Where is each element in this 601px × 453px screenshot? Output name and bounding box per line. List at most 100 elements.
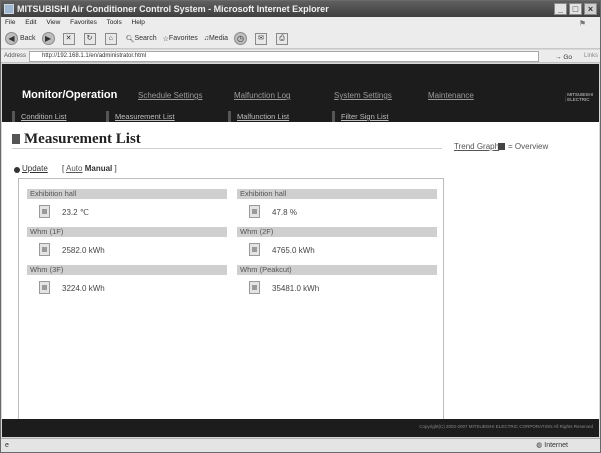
media-label: Media [208,35,229,42]
manual-mode[interactable]: Manual [85,164,113,173]
menu-help[interactable]: Help [132,19,145,26]
mail-button[interactable]: ✉ [255,32,270,45]
window-title: MITSUBISHI Air Conditioner Control Syste… [17,4,329,14]
close-button[interactable]: × [584,3,597,15]
value-unit: kWh [88,284,105,293]
menu-edit[interactable]: Edit [25,19,36,26]
value-number: 3224.0 [62,284,87,293]
ie-icon [4,4,14,14]
page-footer: Copyright(C) 2002-2007 MITSUBISHI ELECTR… [2,419,599,437]
page-content: Monitor/Operation Schedule Settings Malf… [2,64,599,437]
humidity-icon [249,205,260,218]
value-number: 23.2 [62,208,78,217]
measurement-value: 47.8 % [272,208,297,217]
value-number: 4765.0 [272,246,297,255]
home-icon: ⌂ [104,32,117,45]
address-input[interactable]: http://192.168.1.1/en/administrator.html [29,51,539,62]
thermometer-icon [39,205,50,218]
nav-malfunction-log[interactable]: Malfunction Log [234,91,290,100]
measurement-card: Exhibition hall 47.8 % [237,189,437,223]
meter-icon [39,243,50,256]
search-label: Search [134,35,157,42]
back-button[interactable]: ◀ Back [5,32,36,45]
meter-icon [39,281,50,294]
title-marker-icon [12,134,20,144]
stop-button[interactable]: ✕ [62,32,78,45]
sub-navigation: Condition List Measurement List Malfunct… [2,111,599,122]
nav-schedule-settings[interactable]: Schedule Settings [138,91,203,100]
value-unit: kWh [303,284,320,293]
value-number: 2582.0 [62,246,87,255]
address-label: Address [4,53,27,59]
search-icon: 🔍︎ [125,35,135,43]
history-icon: ◷ [234,32,248,45]
stop-icon: ✕ [62,32,75,45]
subnav-measurement-list[interactable]: Measurement List [106,111,175,122]
go-button[interactable]: → Go [555,51,572,64]
value-unit: % [289,208,297,217]
measurement-card: Whm (Peakcut) 35481.0 kWh [237,265,437,299]
meter-icon [249,281,260,294]
measurement-value: 2582.0 kWh [62,246,105,255]
mitsubishi-logo: MITSUBISHI ELECTRIC [565,91,593,103]
measurement-panel: Exhibition hall 23.2 ℃ Exhibition hall 4… [18,178,444,437]
auto-link[interactable]: Auto [66,164,82,173]
measurement-value: 35481.0 kWh [272,284,319,293]
forward-arrow-icon: ▶ [41,32,55,45]
favorites-label: Favorites [168,35,198,42]
window-titlebar: MITSUBISHI Air Conditioner Control Syste… [1,1,600,17]
browser-toolbar: ◀ Back ▶ ✕ ↻ ⌂ 🔍︎ Search ☆ Favorites ♫ M… [1,29,600,49]
update-link[interactable]: Update [22,164,48,173]
refresh-icon: ↻ [83,32,96,45]
measurement-card: Whm (2F) 4765.0 kWh [237,227,437,261]
zone-label: Internet [544,442,568,449]
value-unit: kWh [88,246,105,255]
menu-tools[interactable]: Tools [107,19,122,26]
measurement-label: Whm (1F) [27,227,227,237]
refresh-button[interactable]: ↻ [83,32,99,45]
address-bar: Address http://192.168.1.1/en/administra… [1,50,600,63]
nav-maintenance[interactable]: Maintenance [428,91,474,100]
security-zone: ◍ Internet [536,439,568,453]
subnav-filter-sign-list[interactable]: Filter Sign List [332,111,389,122]
forward-button[interactable]: ▶ [41,32,57,45]
maximize-button[interactable]: □ [569,3,582,15]
overview-text: Overview [514,142,549,151]
measurement-label: Whm (Peakcut) [237,265,437,275]
subnav-condition-list[interactable]: Condition List [12,111,66,122]
media-button[interactable]: ♫ Media [204,35,228,42]
value-unit: ℃ [79,208,89,217]
subnav-malfunction-list[interactable]: Malfunction List [228,111,289,122]
browser-window: MITSUBISHI Air Conditioner Control Syste… [0,0,601,453]
measurement-value: 4765.0 kWh [272,246,315,255]
globe-icon: ◍ [536,442,543,449]
go-label: Go [563,54,572,61]
logo-text: MITSUBISHI ELECTRIC [567,92,593,102]
home-button[interactable]: ⌂ [104,32,120,45]
minimize-button[interactable]: _ [554,3,567,15]
menu-view[interactable]: View [46,19,60,26]
overview-label: = Overview [508,142,549,151]
brand-monitor-operation[interactable]: Monitor/Operation [22,89,117,101]
measurement-label: Exhibition hall [237,189,437,199]
menu-file[interactable]: File [5,19,15,26]
app-header: Monitor/Operation Schedule Settings Malf… [2,64,599,111]
trend-graph-link[interactable]: Trend Graph [454,142,499,151]
menu-favorites[interactable]: Favorites [70,19,97,26]
nav-system-settings[interactable]: System Settings [334,91,392,100]
measurement-label: Whm (3F) [27,265,227,275]
measurement-value: 23.2 ℃ [62,208,89,217]
measurement-card: Whm (1F) 2582.0 kWh [27,227,227,261]
links-button[interactable]: Links [584,50,598,63]
title-divider [12,148,442,149]
history-button[interactable]: ◷ [234,32,249,45]
favorites-button[interactable]: ☆ Favorites [163,35,198,43]
print-icon: ⎙ [276,32,289,45]
value-number: 35481.0 [272,284,301,293]
search-button[interactable]: 🔍︎ Search [126,35,157,43]
print-button[interactable]: ⎙ [276,32,291,45]
page-status-icon: e [5,442,9,449]
overview-marker-icon [498,143,505,150]
meter-icon [249,243,260,256]
measurement-card: Whm (3F) 3224.0 kWh [27,265,227,299]
